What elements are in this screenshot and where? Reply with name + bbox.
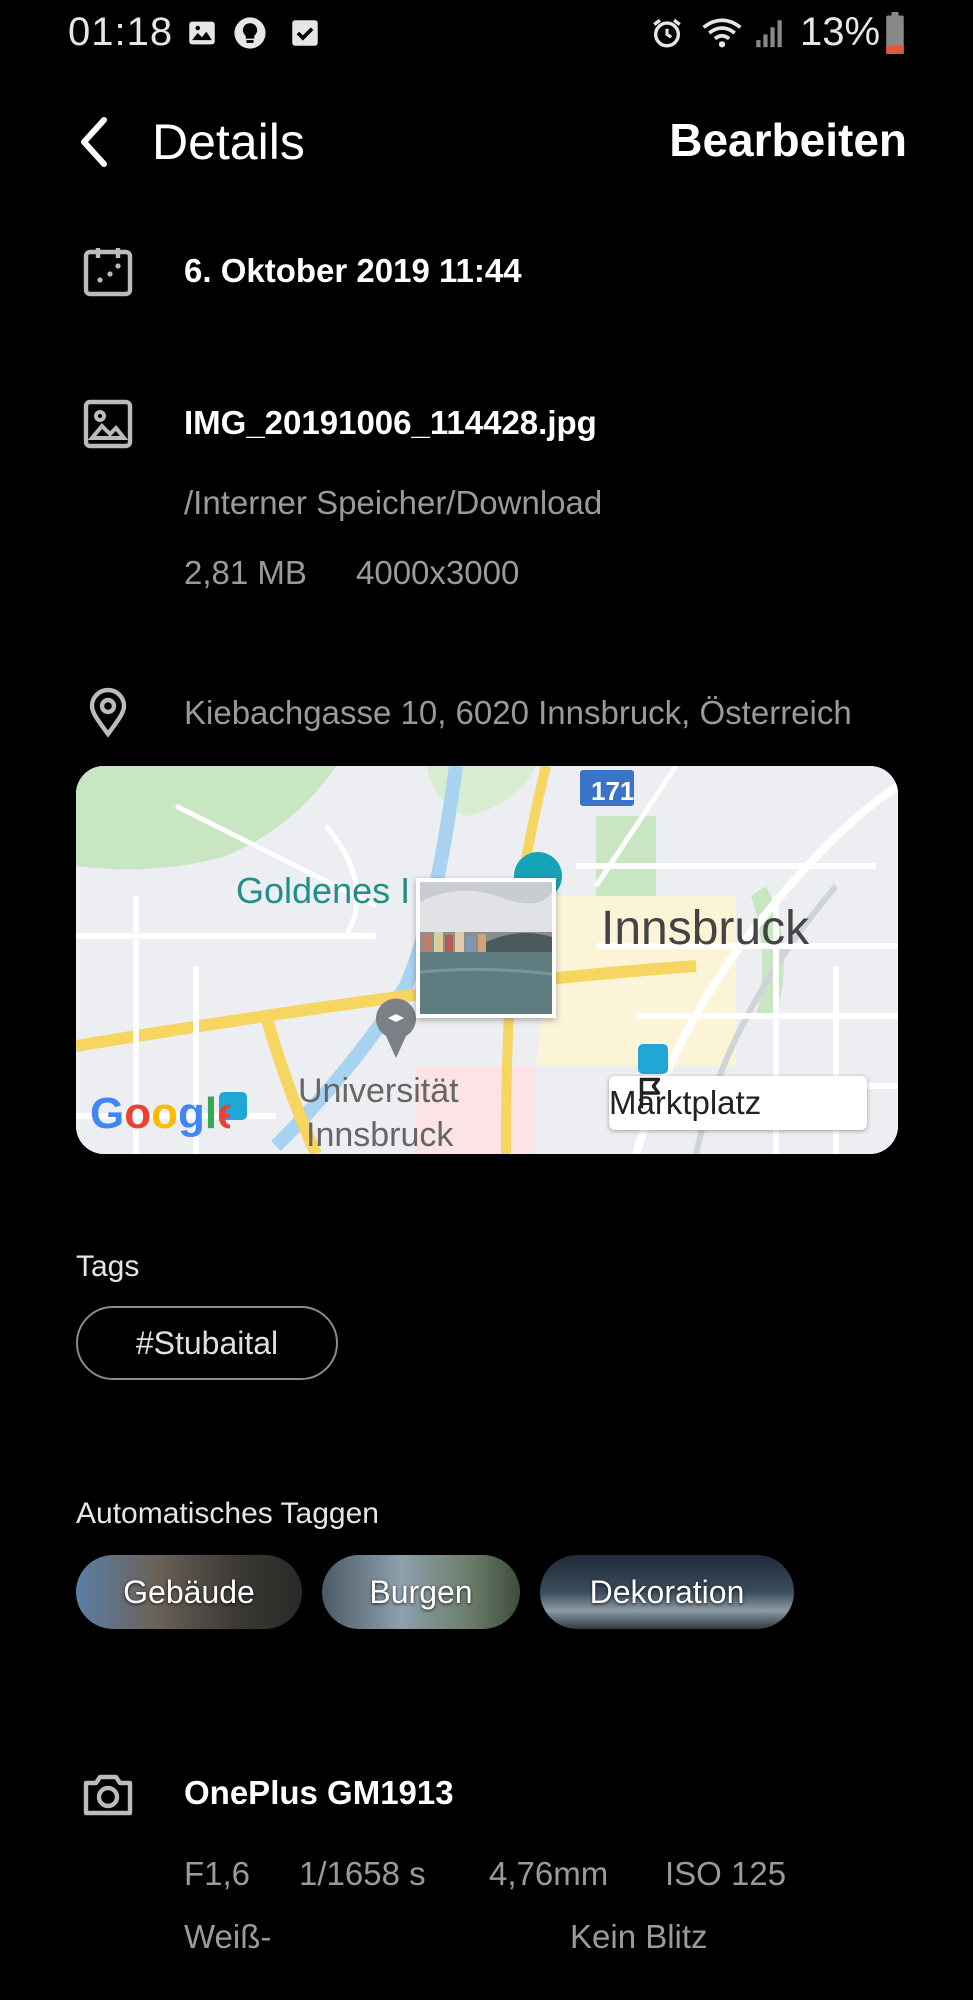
map-poi-label: Goldenes I — [236, 870, 411, 911]
alarm-icon — [653, 18, 681, 48]
camera-icon — [83, 1774, 133, 1816]
location-address: Kiebachgasse 10, 6020 Innsbruck, Österre… — [184, 694, 852, 731]
file-resolution: 4000x3000 — [356, 554, 520, 591]
exif-white-balance: Weiß- — [184, 1918, 272, 1955]
auto-tag-chip-dekoration[interactable]: Dekoration — [540, 1555, 794, 1629]
place-button-label: Marktplatz — [609, 1084, 762, 1121]
photo-thumbnail — [416, 878, 556, 1018]
auto-tag-chip-burgen[interactable]: Burgen — [322, 1555, 520, 1629]
tags-label: Tags — [76, 1250, 140, 1283]
map-university-label: Universität — [298, 1072, 459, 1110]
auto-tags-label: Automatisches Taggen — [76, 1497, 379, 1530]
tag-chip-label: #Stubaital — [135, 1324, 279, 1361]
location-map[interactable]: 171 Goldenes I Innsbruck Universität Inn… — [76, 766, 898, 1154]
signal-icon — [756, 20, 782, 48]
auto-tag-chip-gebaeude[interactable]: Gebäude — [76, 1555, 302, 1629]
file-size: 2,81 MB — [184, 554, 307, 591]
flag-icon — [639, 1077, 661, 1109]
svg-text:Google: Google — [90, 1089, 230, 1138]
auto-tag-label: Burgen — [369, 1573, 473, 1610]
file-name: IMG_20191006_114428.jpg — [184, 404, 597, 441]
exif-aperture: F1,6 — [184, 1855, 251, 1892]
map-university-label-2: Innsbruck — [306, 1116, 454, 1154]
place-button[interactable]: Marktplatz — [609, 1076, 867, 1130]
edit-button[interactable]: Bearbeiten — [669, 113, 907, 167]
back-arrow-icon[interactable] — [74, 114, 114, 170]
file-path: /Interner Speicher/Download — [184, 484, 603, 521]
wifi-icon — [702, 18, 742, 48]
location-pin-icon — [89, 687, 127, 738]
calendar-icon — [83, 248, 133, 297]
exif-flash: Kein Blitz — [570, 1918, 708, 1955]
bulb-icon — [234, 17, 266, 49]
battery-icon — [886, 12, 904, 54]
date-text: 6. Oktober 2019 11:44 — [184, 252, 522, 289]
image-icon — [189, 21, 215, 45]
google-logo-icon: Google — [90, 1089, 230, 1138]
auto-tag-label: Gebäude — [123, 1573, 255, 1610]
auto-tag-label: Dekoration — [589, 1573, 745, 1610]
check-box-icon — [292, 20, 318, 46]
battery-percentage: 13% — [800, 10, 881, 54]
camera-model: OnePlus GM1913 — [184, 1774, 454, 1811]
map-city-label: Innsbruck — [601, 902, 810, 955]
route-badge: 171 — [591, 776, 635, 806]
image-file-icon — [83, 399, 133, 449]
tag-chip[interactable]: #Stubaital — [76, 1306, 338, 1380]
status-time: 01:18 — [68, 10, 174, 54]
page-title: Details — [152, 114, 305, 170]
exif-iso: ISO 125 — [665, 1855, 787, 1892]
exif-focal-length: 4,76mm — [489, 1855, 609, 1892]
exif-shutter: 1/1658 s — [299, 1855, 426, 1892]
